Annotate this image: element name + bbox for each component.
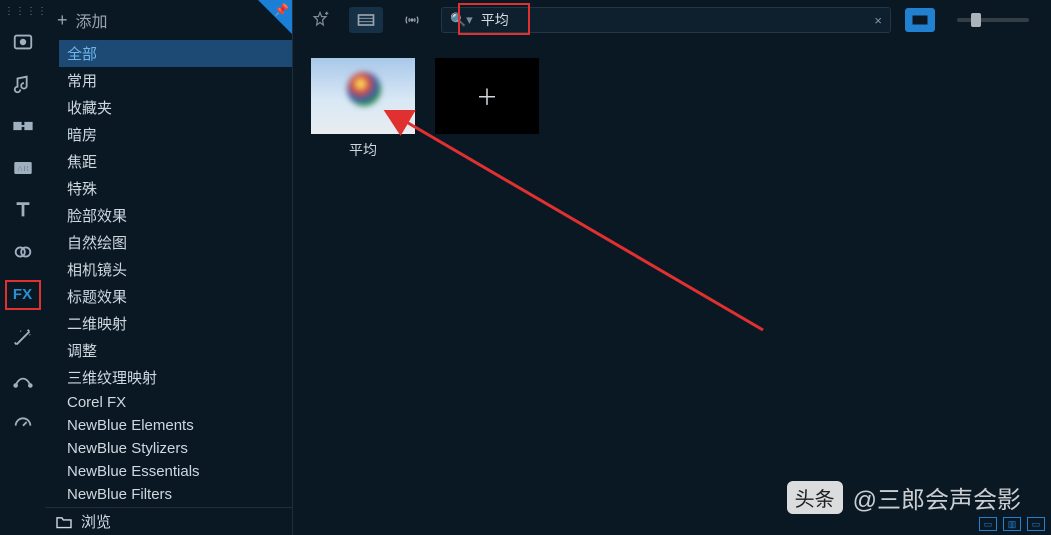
result-thumb[interactable]: 平均 [311,58,415,160]
category-item[interactable]: 相机镜头 [59,256,292,283]
svg-text:AB: AB [17,165,29,174]
category-item[interactable]: 全部 [59,40,292,67]
category-list: 全部常用收藏夹暗房焦距特殊脸部效果自然绘图相机镜头标题效果二维映射调整三维纹理映… [45,40,292,507]
category-item[interactable]: 自然绘图 [59,229,292,256]
category-item[interactable]: 脸部效果 [59,202,292,229]
favorite-add-icon[interactable] [305,8,335,32]
search-clear-icon[interactable]: × [874,13,882,28]
thumb-label: 平均 [349,140,377,160]
browse-bar[interactable]: 浏览 [45,507,292,535]
overlay-icon[interactable] [7,238,39,266]
category-item[interactable]: Corel FX [59,391,292,414]
category-item[interactable]: 调整 [59,337,292,364]
watermark-badge: 头条 [787,481,843,514]
pin-icon[interactable]: 📌 [274,3,289,17]
speed-icon[interactable] [7,408,39,436]
watermark: 头条 @三郎会声会影 [787,480,1021,515]
footer-icon-1[interactable]: ▭ [979,517,997,531]
add-tile[interactable]: ＋ [435,58,539,134]
search-text: 平均 [481,10,867,30]
media-icon[interactable] [7,28,39,56]
zoom-slider[interactable] [957,18,1029,22]
add-label[interactable]: 添加 [76,8,108,32]
watermark-text: @三郎会声会影 [853,480,1021,515]
results-grid: 平均 ＋ [293,40,1051,535]
folder-icon [55,515,73,529]
search-icon: 🔍▾ [450,12,473,28]
category-item[interactable]: 三维纹理映射 [59,364,292,391]
text-icon[interactable] [7,196,39,224]
title-icon[interactable]: AB [7,154,39,182]
category-item[interactable]: 焦距 [59,148,292,175]
slider-thumb[interactable] [971,13,981,27]
top-bar: 🔍▾ 平均 × [293,0,1051,40]
category-item[interactable]: 收藏夹 [59,94,292,121]
footer-icons: ▭ ▥ ▭ [979,517,1045,531]
category-item[interactable]: NewBlue Stylizers [59,437,292,460]
main-area: 🔍▾ 平均 × 平均 ＋ [293,0,1051,535]
search-input[interactable]: 🔍▾ 平均 × [441,7,891,33]
footer-icon-3[interactable]: ▭ [1027,517,1045,531]
plus-icon[interactable]: + [57,10,68,31]
category-item[interactable]: NewBlue Filters [59,483,292,506]
path-icon[interactable] [7,366,39,394]
browse-label: 浏览 [81,511,111,532]
category-item[interactable]: 常用 [59,67,292,94]
transition-icon[interactable] [7,112,39,140]
audio-icon[interactable] [7,70,39,98]
category-item[interactable]: NewBlue Elements [59,414,292,437]
category-item[interactable]: NewBlue Essentials [59,460,292,483]
tool-rail: ⋮⋮⋮⋮ AB FX [0,0,45,535]
thumb-image [311,58,415,134]
thumbnail-view-button[interactable] [905,8,935,32]
category-item[interactable]: 二维映射 [59,310,292,337]
category-item[interactable]: 暗房 [59,121,292,148]
footer-icon-2[interactable]: ▥ [1003,517,1021,531]
category-item[interactable]: 特殊 [59,175,292,202]
list-view-icon[interactable] [349,7,383,33]
broadcast-icon[interactable] [397,8,427,32]
category-panel: + 添加 📌 全部常用收藏夹暗房焦距特殊脸部效果自然绘图相机镜头标题效果二维映射… [45,0,293,535]
fx-icon[interactable]: FX [5,280,41,310]
wand-icon[interactable] [7,324,39,352]
category-item[interactable]: 标题效果 [59,283,292,310]
annotation-arrow [383,110,783,340]
panel-header: + 添加 📌 [45,0,292,40]
grip-dots: ⋮⋮⋮⋮ [0,6,45,14]
